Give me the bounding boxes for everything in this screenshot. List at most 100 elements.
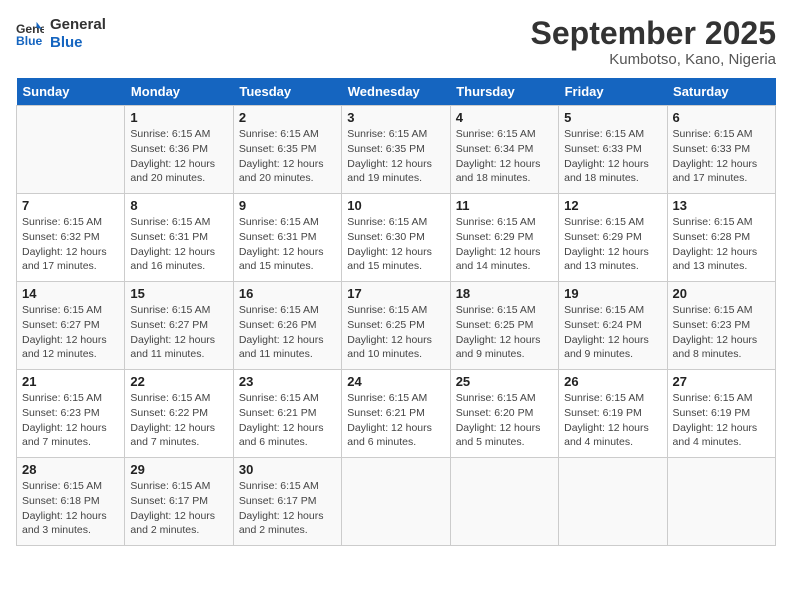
calendar-cell: 5Sunrise: 6:15 AM Sunset: 6:33 PM Daylig… xyxy=(559,106,667,194)
weekday-header-wednesday: Wednesday xyxy=(342,78,450,106)
day-info: Sunrise: 6:15 AM Sunset: 6:23 PM Dayligh… xyxy=(22,391,119,450)
calendar-cell: 9 Sunrise: 6:15 AM Sunset: 6:31 PM Daylig… xyxy=(233,194,341,282)
day-number: 1 xyxy=(130,110,227,125)
calendar-cell xyxy=(667,458,775,546)
calendar-week-row: 7Sunrise: 6:15 AM Sunset: 6:32 PM Daylig… xyxy=(17,194,776,282)
day-number: 27 xyxy=(673,374,770,389)
day-info: Sunrise: 6:15 AM Sunset: 6:35 PM Dayligh… xyxy=(239,127,336,186)
day-info: Sunrise: 6:15 AM Sunset: 6:34 PM Dayligh… xyxy=(456,127,553,186)
day-info: Sunrise: 6:15 AM Sunset: 6:21 PM Dayligh… xyxy=(239,391,336,450)
weekday-header-thursday: Thursday xyxy=(450,78,558,106)
day-number: 26 xyxy=(564,374,661,389)
day-number: 15 xyxy=(130,286,227,301)
day-number: 17 xyxy=(347,286,444,301)
month-title: September 2025 xyxy=(531,16,776,51)
calendar-cell: 7Sunrise: 6:15 AM Sunset: 6:32 PM Daylig… xyxy=(17,194,125,282)
day-info: Sunrise: 6:15 AM Sunset: 6:19 PM Dayligh… xyxy=(673,391,770,450)
day-info: Sunrise: 6:15 AM Sunset: 6:36 PM Dayligh… xyxy=(130,127,227,186)
day-number: 11 xyxy=(456,198,553,213)
weekday-header-row: SundayMondayTuesdayWednesdayThursdayFrid… xyxy=(17,78,776,106)
day-info: Sunrise: 6:15 AM Sunset: 6:17 PM Dayligh… xyxy=(130,479,227,538)
calendar-cell: 18Sunrise: 6:15 AM Sunset: 6:25 PM Dayli… xyxy=(450,282,558,370)
day-info: Sunrise: 6:15 AM Sunset: 6:31 PM Dayligh… xyxy=(239,215,336,274)
calendar-cell: 1 Sunrise: 6:15 AM Sunset: 6:36 PM Daylig… xyxy=(125,106,233,194)
calendar-week-row: 14 Sunrise: 6:15 AM Sunset: 6:27 PM Dayli… xyxy=(17,282,776,370)
day-number: 28 xyxy=(22,462,119,477)
calendar-cell: 3 Sunrise: 6:15 AM Sunset: 6:35 PM Daylig… xyxy=(342,106,450,194)
day-number: 22 xyxy=(130,374,227,389)
calendar-cell: 24Sunrise: 6:15 AM Sunset: 6:21 PM Dayli… xyxy=(342,370,450,458)
logo-general: General xyxy=(50,16,106,34)
calendar-cell: 22 Sunrise: 6:15 AM Sunset: 6:22 PM Dayli… xyxy=(125,370,233,458)
day-info: Sunrise: 6:15 AM Sunset: 6:28 PM Dayligh… xyxy=(673,215,770,274)
calendar-cell: 10Sunrise: 6:15 AM Sunset: 6:30 PM Dayli… xyxy=(342,194,450,282)
day-number: 20 xyxy=(673,286,770,301)
day-info: Sunrise: 6:15 AM Sunset: 6:23 PM Dayligh… xyxy=(673,303,770,362)
day-number: 16 xyxy=(239,286,336,301)
day-info: Sunrise: 6:15 AM Sunset: 6:27 PM Dayligh… xyxy=(22,303,119,362)
day-number: 7 xyxy=(22,198,119,213)
day-number: 23 xyxy=(239,374,336,389)
day-info: Sunrise: 6:15 AM Sunset: 6:29 PM Dayligh… xyxy=(564,215,661,274)
calendar-cell xyxy=(342,458,450,546)
calendar-cell: 19Sunrise: 6:15 AM Sunset: 6:24 PM Dayli… xyxy=(559,282,667,370)
day-info: Sunrise: 6:15 AM Sunset: 6:35 PM Dayligh… xyxy=(347,127,444,186)
day-info: Sunrise: 6:15 AM Sunset: 6:27 PM Dayligh… xyxy=(130,303,227,362)
calendar-cell: 6 Sunrise: 6:15 AM Sunset: 6:33 PM Daylig… xyxy=(667,106,775,194)
day-info: Sunrise: 6:15 AM Sunset: 6:26 PM Dayligh… xyxy=(239,303,336,362)
day-number: 10 xyxy=(347,198,444,213)
calendar-cell xyxy=(450,458,558,546)
calendar-cell: 16 Sunrise: 6:15 AM Sunset: 6:26 PM Dayli… xyxy=(233,282,341,370)
day-info: Sunrise: 6:15 AM Sunset: 6:17 PM Dayligh… xyxy=(239,479,336,538)
page-header: General Blue General Blue September 2025… xyxy=(16,16,776,68)
day-number: 2 xyxy=(239,110,336,125)
weekday-header-friday: Friday xyxy=(559,78,667,106)
calendar-cell: 23 Sunrise: 6:15 AM Sunset: 6:21 PM Dayli… xyxy=(233,370,341,458)
day-number: 24 xyxy=(347,374,444,389)
calendar-cell: 8 Sunrise: 6:15 AM Sunset: 6:31 PM Daylig… xyxy=(125,194,233,282)
day-number: 13 xyxy=(673,198,770,213)
day-info: Sunrise: 6:15 AM Sunset: 6:31 PM Dayligh… xyxy=(130,215,227,274)
day-number: 14 xyxy=(22,286,119,301)
calendar-cell: 27 Sunrise: 6:15 AM Sunset: 6:19 PM Dayli… xyxy=(667,370,775,458)
calendar-week-row: 21Sunrise: 6:15 AM Sunset: 6:23 PM Dayli… xyxy=(17,370,776,458)
calendar-cell: 13 Sunrise: 6:15 AM Sunset: 6:28 PM Dayli… xyxy=(667,194,775,282)
day-info: Sunrise: 6:15 AM Sunset: 6:33 PM Dayligh… xyxy=(564,127,661,186)
calendar-cell: 15 Sunrise: 6:15 AM Sunset: 6:27 PM Dayli… xyxy=(125,282,233,370)
calendar-week-row: 28 Sunrise: 6:15 AM Sunset: 6:18 PM Dayli… xyxy=(17,458,776,546)
day-number: 8 xyxy=(130,198,227,213)
day-number: 30 xyxy=(239,462,336,477)
calendar-cell: 17 Sunrise: 6:15 AM Sunset: 6:25 PM Dayli… xyxy=(342,282,450,370)
calendar-cell xyxy=(559,458,667,546)
day-number: 9 xyxy=(239,198,336,213)
calendar-cell: 29 Sunrise: 6:15 AM Sunset: 6:17 PM Dayli… xyxy=(125,458,233,546)
day-info: Sunrise: 6:15 AM Sunset: 6:25 PM Dayligh… xyxy=(347,303,444,362)
day-info: Sunrise: 6:15 AM Sunset: 6:33 PM Dayligh… xyxy=(673,127,770,186)
day-number: 6 xyxy=(673,110,770,125)
calendar-cell: 12Sunrise: 6:15 AM Sunset: 6:29 PM Dayli… xyxy=(559,194,667,282)
calendar-cell: 21Sunrise: 6:15 AM Sunset: 6:23 PM Dayli… xyxy=(17,370,125,458)
day-info: Sunrise: 6:15 AM Sunset: 6:18 PM Dayligh… xyxy=(22,479,119,538)
calendar-table: SundayMondayTuesdayWednesdayThursdayFrid… xyxy=(16,78,776,546)
calendar-cell: 14 Sunrise: 6:15 AM Sunset: 6:27 PM Dayli… xyxy=(17,282,125,370)
day-info: Sunrise: 6:15 AM Sunset: 6:29 PM Dayligh… xyxy=(456,215,553,274)
logo-icon: General Blue xyxy=(16,20,44,48)
logo: General Blue General Blue xyxy=(16,16,106,52)
svg-text:Blue: Blue xyxy=(16,34,43,48)
calendar-cell: 25Sunrise: 6:15 AM Sunset: 6:20 PM Dayli… xyxy=(450,370,558,458)
logo-blue: Blue xyxy=(50,34,106,52)
day-number: 29 xyxy=(130,462,227,477)
calendar-cell xyxy=(17,106,125,194)
weekday-header-monday: Monday xyxy=(125,78,233,106)
calendar-cell: 30 Sunrise: 6:15 AM Sunset: 6:17 PM Dayli… xyxy=(233,458,341,546)
day-number: 18 xyxy=(456,286,553,301)
calendar-cell: 2 Sunrise: 6:15 AM Sunset: 6:35 PM Daylig… xyxy=(233,106,341,194)
weekday-header-saturday: Saturday xyxy=(667,78,775,106)
calendar-cell: 26Sunrise: 6:15 AM Sunset: 6:19 PM Dayli… xyxy=(559,370,667,458)
day-info: Sunrise: 6:15 AM Sunset: 6:20 PM Dayligh… xyxy=(456,391,553,450)
title-block: September 2025 Kumbotso, Kano, Nigeria xyxy=(531,16,776,68)
day-info: Sunrise: 6:15 AM Sunset: 6:22 PM Dayligh… xyxy=(130,391,227,450)
day-number: 3 xyxy=(347,110,444,125)
calendar-week-row: 1 Sunrise: 6:15 AM Sunset: 6:36 PM Daylig… xyxy=(17,106,776,194)
location: Kumbotso, Kano, Nigeria xyxy=(531,51,776,68)
